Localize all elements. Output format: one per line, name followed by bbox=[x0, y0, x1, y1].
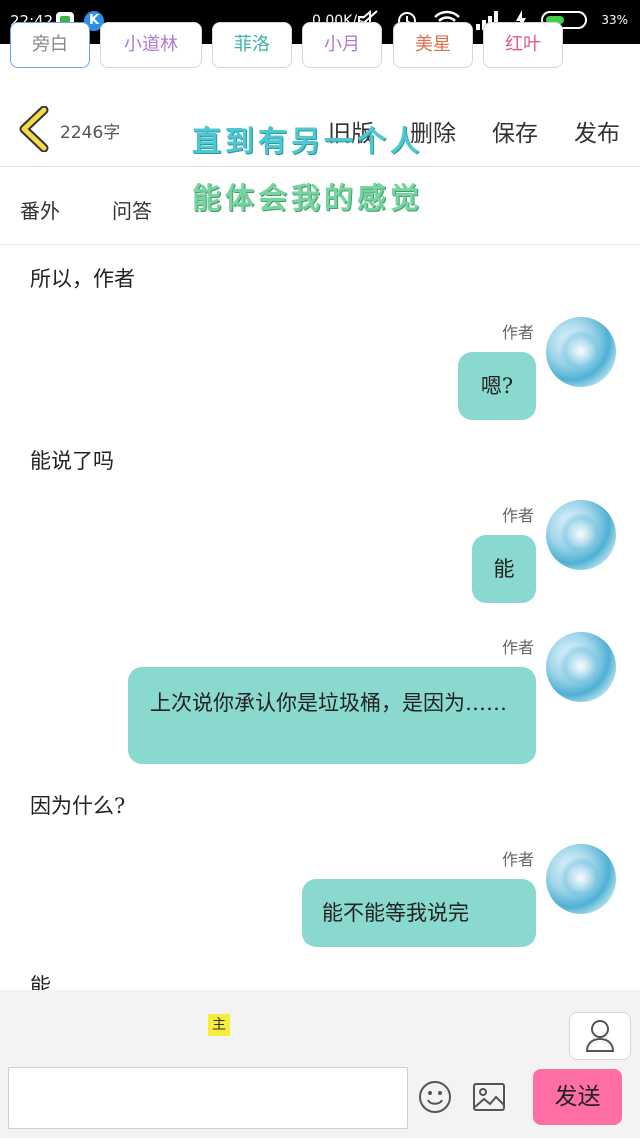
add-role-button[interactable] bbox=[569, 1012, 631, 1060]
author-avatar[interactable] bbox=[546, 317, 616, 387]
tab-extra[interactable]: 番外 bbox=[20, 195, 60, 224]
user-icon bbox=[585, 1020, 615, 1052]
main-role-badge: 主 bbox=[208, 1014, 230, 1036]
author-avatar[interactable] bbox=[546, 632, 616, 702]
author-message-bubble: 上次说你承认你是垃圾桶，是因为…… bbox=[128, 667, 536, 764]
role-hongye-button[interactable]: 红叶 bbox=[483, 22, 563, 68]
back-arrow-icon[interactable] bbox=[14, 106, 54, 152]
emoji-icon[interactable] bbox=[418, 1080, 452, 1114]
role-feiluo-button[interactable]: 菲洛 bbox=[212, 22, 292, 68]
save-button[interactable]: 保存 bbox=[492, 114, 538, 148]
send-button[interactable]: 发送 bbox=[533, 1069, 622, 1125]
publish-button[interactable]: 发布 bbox=[574, 114, 620, 148]
battery-percent: 33% bbox=[601, 13, 628, 27]
message-input[interactable] bbox=[8, 1067, 408, 1129]
narration-message: 所以，作者 bbox=[30, 267, 135, 291]
tab-qa[interactable]: 问答 bbox=[112, 195, 152, 224]
author-name: 作者 bbox=[501, 323, 534, 342]
narration-message: 能 bbox=[30, 974, 51, 990]
role-xiaodaolin-button[interactable]: 小道林 bbox=[100, 22, 202, 68]
author-avatar[interactable] bbox=[546, 844, 616, 914]
tab-bar: 番外 问答 bbox=[0, 167, 640, 245]
image-icon[interactable] bbox=[472, 1082, 506, 1112]
role-meixing-button[interactable]: 美星 bbox=[393, 22, 473, 68]
word-count: 2246字 bbox=[60, 123, 121, 143]
role-xiaoyue-button[interactable]: 小月 bbox=[302, 22, 382, 68]
author-avatar[interactable] bbox=[546, 500, 616, 570]
overlay-caption-line1: 直到有另一个人 bbox=[192, 124, 424, 158]
author-name: 作者 bbox=[501, 506, 534, 525]
author-name: 作者 bbox=[501, 850, 534, 869]
role-narrator-button[interactable]: 旁白 bbox=[10, 22, 90, 68]
author-message-bubble: 能不能等我说完 bbox=[302, 879, 536, 947]
chat-area[interactable]: 所以，作者 作者 嗯? 能说了吗 作者 能 作者 上次说你承认你是垃圾桶，是因为… bbox=[0, 245, 640, 990]
narration-message: 因为什么? bbox=[30, 794, 126, 818]
author-message-bubble: 嗯? bbox=[458, 352, 536, 420]
narration-message: 能说了吗 bbox=[30, 449, 114, 473]
author-name: 作者 bbox=[501, 638, 534, 657]
author-message-bubble: 能 bbox=[472, 535, 536, 603]
